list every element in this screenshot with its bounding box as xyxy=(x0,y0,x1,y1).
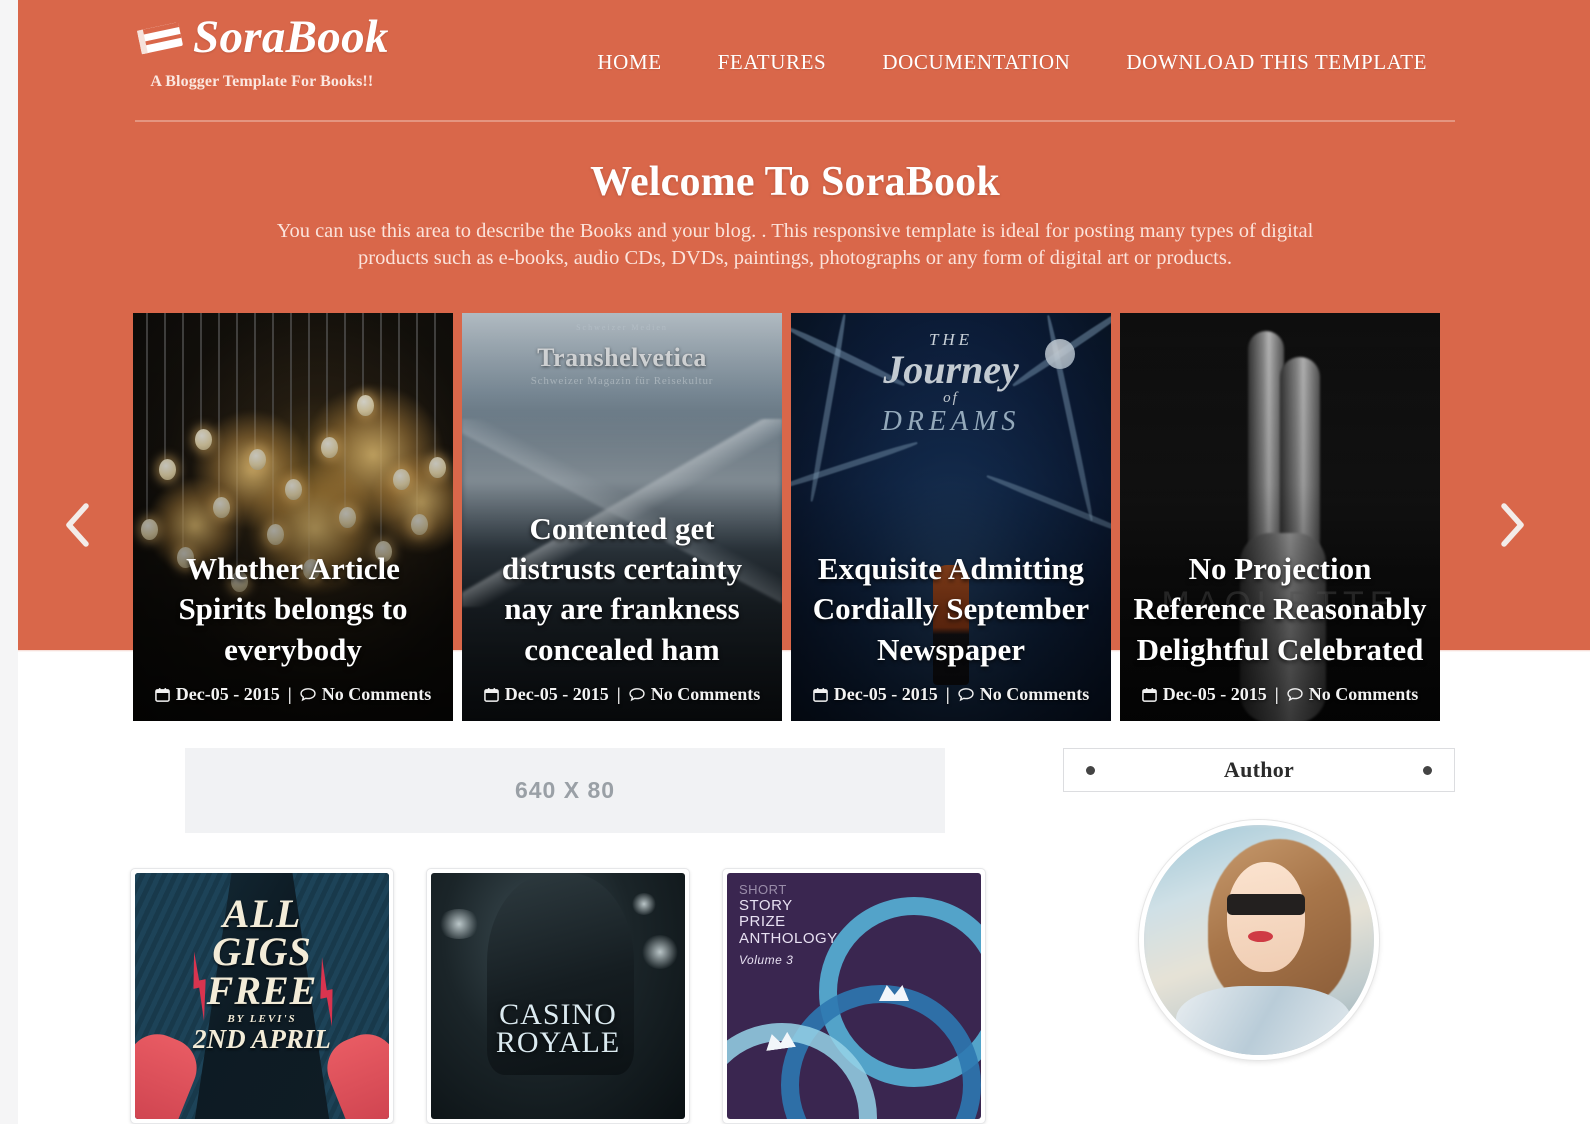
gigs-line-3: FREE xyxy=(206,967,318,1013)
meta-separator: | xyxy=(287,684,292,704)
site-header: SoraBook A Blogger Template For Books!! … xyxy=(135,8,1455,120)
calendar-icon xyxy=(154,684,170,705)
anthology-line-0: SHORT xyxy=(739,882,787,897)
ad-banner[interactable]: 640 X 80 xyxy=(185,748,945,833)
nav-item-download-this-template[interactable]: DOWNLOAD THIS TEMPLATE xyxy=(1098,50,1455,75)
hero-description: You can use this area to describe the Bo… xyxy=(276,220,1314,270)
gigs-line-5: 2ND APRIL xyxy=(193,1023,331,1054)
slide-date: Dec-05 - 2015 xyxy=(1162,684,1267,704)
poster-lettering: ALL GIGS FREE BY LEVI'S 2ND APRIL xyxy=(135,891,389,1054)
slide-title[interactable]: Whether Article Spirits belongs to every… xyxy=(145,549,441,670)
featured-carousel: Whether Article Spirits belongs to every… xyxy=(0,313,1590,721)
post-thumbnail-anthology: SHORT STORY PRIZE ANTHOLOGY Volume 3 xyxy=(727,873,981,1119)
calendar-icon xyxy=(483,684,499,705)
author-widget-title: Author xyxy=(1223,757,1295,782)
poster-lettering: CASINO ROYALE xyxy=(431,997,685,1059)
carousel-slide[interactable]: Whether Article Spirits belongs to every… xyxy=(133,313,453,721)
carousel-next-arrow[interactable] xyxy=(1484,497,1540,553)
page-title: Welcome To SoraBook xyxy=(590,159,1000,205)
header-divider xyxy=(135,120,1455,122)
slide-comments: No Comments xyxy=(979,684,1090,704)
carousel-slide[interactable]: Schweizer Medien Transhelvetica Schweize… xyxy=(462,313,782,721)
nav-item-home[interactable]: HOME xyxy=(569,50,689,75)
calendar-icon xyxy=(812,684,828,705)
slide-title[interactable]: Contented get distrusts certainty nay ar… xyxy=(474,509,770,670)
main-nav: HOME FEATURES DOCUMENTATION DOWNLOAD THI… xyxy=(569,8,1455,75)
carousel-slide[interactable]: THE Journey of DREAMS Exquisite Admittin… xyxy=(791,313,1111,721)
comment-icon xyxy=(300,684,316,705)
author-widget-header: Author xyxy=(1063,748,1455,792)
slide-meta: Dec-05 - 2015 | No Comments xyxy=(1132,684,1428,705)
page-root: SoraBook A Blogger Template For Books!! … xyxy=(0,0,1590,1124)
bullet-dot-right-icon xyxy=(1423,765,1432,775)
anthology-line-1: STORY xyxy=(739,896,793,914)
avatar xyxy=(1139,820,1379,1060)
nav-item-features[interactable]: FEATURES xyxy=(690,50,855,75)
sunglasses-icon xyxy=(1226,894,1305,915)
meta-separator: | xyxy=(616,684,621,704)
brand-tagline: A Blogger Template For Books!! xyxy=(150,73,374,90)
slide-meta: Dec-05 - 2015 | No Comments xyxy=(803,684,1099,705)
carousel-slide[interactable]: MAQUETTE No Projection Reference Reasona… xyxy=(1120,313,1440,721)
meta-separator: | xyxy=(1274,684,1279,704)
slide-title[interactable]: No Projection Reference Reasonably Delig… xyxy=(1132,549,1428,670)
post-card[interactable]: SHORT STORY PRIZE ANTHOLOGY Volume 3 xyxy=(722,868,986,1124)
author-avatar-wrap xyxy=(1063,820,1455,1060)
gigs-line-2: GIGS xyxy=(212,929,312,975)
slide-text: Exquisite Admitting Cordially September … xyxy=(791,549,1111,705)
slide-date: Dec-05 - 2015 xyxy=(175,684,280,704)
brand-name: SoraBook xyxy=(193,11,389,63)
author-widget: Author xyxy=(1063,748,1455,1060)
chevron-left-icon xyxy=(66,503,89,547)
slide-meta: Dec-05 - 2015 | No Comments xyxy=(474,684,770,705)
post-card[interactable]: CASINO ROYALE xyxy=(426,868,690,1124)
anthology-line-2: PRIZE xyxy=(739,913,786,931)
slide-text: No Projection Reference Reasonably Delig… xyxy=(1120,549,1440,705)
post-card[interactable]: ALL GIGS FREE BY LEVI'S 2ND APRIL xyxy=(130,868,394,1124)
slide-comments: No Comments xyxy=(1308,684,1419,704)
anthology-line-3: ANTHOLOGY xyxy=(739,930,838,948)
slide-date: Dec-05 - 2015 xyxy=(504,684,609,704)
carousel-prev-arrow[interactable] xyxy=(50,497,106,553)
meta-separator: | xyxy=(945,684,950,704)
carousel-track: Whether Article Spirits belongs to every… xyxy=(133,313,1455,721)
book-icon xyxy=(135,18,187,58)
slide-date: Dec-05 - 2015 xyxy=(833,684,938,704)
bullet-dot-left-icon xyxy=(1086,765,1095,775)
comment-icon xyxy=(629,684,645,705)
slide-comments: No Comments xyxy=(321,684,432,704)
slide-text: Whether Article Spirits belongs to every… xyxy=(133,549,453,705)
calendar-icon xyxy=(1141,684,1157,705)
anthology-line-4: Volume 3 xyxy=(739,952,794,967)
chevron-right-icon xyxy=(1501,503,1524,547)
slide-text: Contented get distrusts certainty nay ar… xyxy=(462,509,782,705)
ad-banner-label: 640 X 80 xyxy=(514,777,616,803)
comment-icon xyxy=(1287,684,1303,705)
post-thumbnail-casino-royale: CASINO ROYALE xyxy=(431,873,685,1119)
slide-meta: Dec-05 - 2015 | No Comments xyxy=(145,684,441,705)
gigs-line-1: ALL xyxy=(222,891,302,936)
brand[interactable]: SoraBook A Blogger Template For Books!! xyxy=(135,8,389,91)
comment-icon xyxy=(958,684,974,705)
cover-lettering: SHORT STORY PRIZE ANTHOLOGY Volume 3 xyxy=(739,882,838,967)
brand-logo[interactable]: SoraBook xyxy=(135,14,389,61)
casino-line-1: CASINO xyxy=(499,997,617,1031)
casino-line-2: ROYALE xyxy=(495,1025,621,1059)
slide-comments: No Comments xyxy=(650,684,761,704)
nav-item-documentation[interactable]: DOCUMENTATION xyxy=(854,50,1098,75)
post-grid: ALL GIGS FREE BY LEVI'S 2ND APRIL CASINO… xyxy=(130,868,1010,1124)
post-thumbnail-all-gigs-free: ALL GIGS FREE BY LEVI'S 2ND APRIL xyxy=(135,873,389,1119)
slide-title[interactable]: Exquisite Admitting Cordially September … xyxy=(803,549,1099,670)
